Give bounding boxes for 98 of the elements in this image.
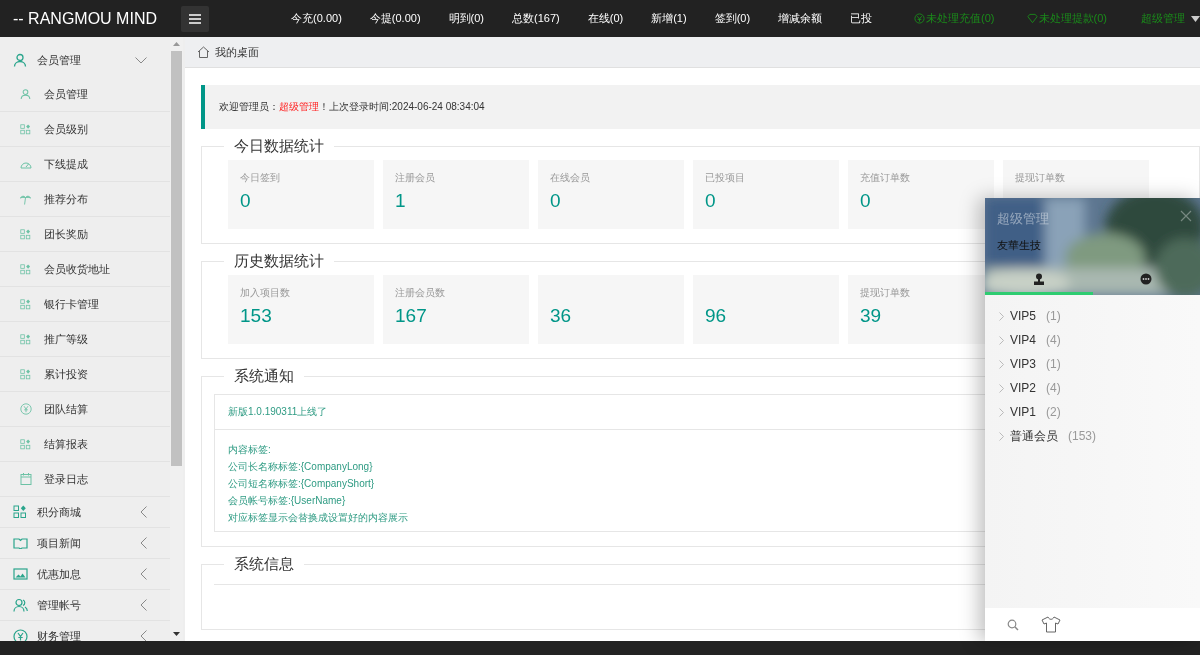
chevron-right-icon <box>999 311 1004 321</box>
gauge-icon <box>20 159 32 169</box>
grid-icon <box>20 263 31 275</box>
sidebar-group[interactable]: 会员管理 <box>0 37 170 77</box>
people-icon <box>13 598 28 612</box>
stat-value: 36 <box>550 305 573 327</box>
menu-icon <box>189 13 202 24</box>
nav-link[interactable]: 增减余额 <box>778 11 823 26</box>
stat-label: 充值订单数 <box>860 171 911 185</box>
section-title: 历史数据统计 <box>233 252 325 271</box>
image-icon <box>13 568 28 580</box>
grid-icon <box>13 505 27 519</box>
yen-icon <box>13 628 28 641</box>
grid-icon <box>20 123 31 135</box>
notice-line: 公司长名称标签:{CompanyLong} <box>228 460 374 474</box>
chevron-right-icon <box>999 407 1004 417</box>
stat-value: 167 <box>395 305 428 327</box>
chevron-right-icon <box>999 335 1004 345</box>
scroll-down-icon[interactable] <box>173 632 180 636</box>
grid-icon <box>20 438 31 450</box>
sidebar-label: 优惠加息 <box>37 566 82 582</box>
notice-line: 对应标签显示会替换成设置好的内容展示 <box>228 511 409 525</box>
grid-icon <box>20 333 31 345</box>
sidebar-label: 财务管理 <box>37 628 82 641</box>
notice-line: 公司短名称标签:{CompanyShort} <box>228 477 376 491</box>
stat-label: 加入项目数 <box>240 286 291 300</box>
welcome-text: 欢迎管理员：超级管理！上次登录时间:2024-06-24 08:34:04 <box>219 100 485 114</box>
grid-icon <box>20 368 31 380</box>
contact-group[interactable]: VIP4 (4) <box>985 328 1200 352</box>
contact-group[interactable]: VIP5 (1) <box>985 304 1200 328</box>
chevron-right-icon <box>999 431 1004 441</box>
stat-value: 39 <box>860 305 883 327</box>
close-button[interactable] <box>1180 210 1192 222</box>
home-icon <box>197 46 210 58</box>
stat-label: 提现订单数 <box>860 286 911 300</box>
person-icon <box>20 88 31 100</box>
grid-icon <box>20 298 31 310</box>
palm-tree-icon <box>20 193 31 205</box>
sidebar-label: 会员管理 <box>37 52 82 68</box>
stat-value: 0 <box>550 190 562 212</box>
stat-value: 153 <box>240 305 273 327</box>
chat-title: 超级管理 <box>997 210 1049 228</box>
stat-value: 1 <box>395 190 407 212</box>
stat-label: 注册会员数 <box>395 286 446 300</box>
sidebar-group[interactable]: 优惠加息 <box>0 559 170 590</box>
section-title: 今日数据统计 <box>233 137 325 156</box>
person-icon <box>1032 272 1045 285</box>
nav-link[interactable]: 今提(0.00) <box>369 11 421 26</box>
nav-link[interactable]: 明到(0) <box>448 11 485 26</box>
diamond-icon <box>1026 13 1038 24</box>
section-title: 系统通知 <box>233 367 295 386</box>
sidebar-label: 积分商城 <box>37 504 82 520</box>
stat-value: 0 <box>860 190 872 212</box>
section-title: 系统信息 <box>233 555 295 574</box>
grid-icon <box>20 228 31 240</box>
nav-link[interactable]: 签到(0) <box>714 11 751 26</box>
search-button[interactable] <box>1007 618 1019 631</box>
nav-link[interactable]: 已投 <box>850 11 873 26</box>
chevron-right-icon <box>999 359 1004 369</box>
stat-value: 0 <box>705 190 717 212</box>
contact-group[interactable]: VIP1 (2) <box>985 400 1200 424</box>
sidebar-label: 管理帐号 <box>37 597 82 613</box>
chat-subtitle: 友華生技 <box>997 238 1041 253</box>
contact-group[interactable]: VIP3 (1) <box>985 352 1200 376</box>
calendar-icon <box>20 473 32 485</box>
chevron-right-icon <box>999 383 1004 393</box>
chat-bubble-icon <box>1140 272 1153 285</box>
stat-label: 今日签到 <box>240 171 281 185</box>
brand-title: -- RANGMOU MIND <box>12 9 158 28</box>
stat-label: 注册会员 <box>395 171 436 185</box>
stat-label: 提现订单数 <box>1015 171 1066 185</box>
notice-line: 会员帐号标签:{UserName} <box>228 494 347 508</box>
search-icon <box>1007 618 1019 631</box>
stat-value: 96 <box>705 305 728 327</box>
sidebar-label: 项目新闻 <box>37 535 82 551</box>
person-icon <box>13 53 27 67</box>
notice-line: 内容标签: <box>228 443 272 457</box>
nav-link[interactable]: 总数(167) <box>512 11 560 26</box>
yen-icon <box>20 403 32 415</box>
nav-link[interactable]: 今充(0.00) <box>291 11 342 26</box>
stat-value: 0 <box>240 190 252 212</box>
nav-link[interactable]: 在线(0) <box>587 11 624 26</box>
nav-link[interactable]: 超级管理 <box>1141 11 1200 26</box>
nav-link[interactable]: 未处理充值(0) <box>914 11 995 26</box>
nav-link[interactable]: 未处理提款(0) <box>1026 11 1107 26</box>
scroll-up-icon[interactable] <box>173 42 180 46</box>
book-icon <box>13 537 28 549</box>
scrollbar-thumb[interactable] <box>171 51 182 466</box>
close-icon <box>1180 210 1192 222</box>
breadcrumb-tab[interactable]: 我的桌面 <box>185 44 269 60</box>
stat-label: 已投项目 <box>705 171 746 185</box>
stat-label: 在线会员 <box>550 171 591 185</box>
yen-icon <box>914 13 926 24</box>
nav-link[interactable]: 新增(1) <box>651 11 687 26</box>
skin-button[interactable] <box>1041 616 1061 633</box>
menu-button[interactable] <box>181 5 210 32</box>
caret-icon <box>1191 15 1200 22</box>
shirt-icon <box>1041 616 1061 633</box>
